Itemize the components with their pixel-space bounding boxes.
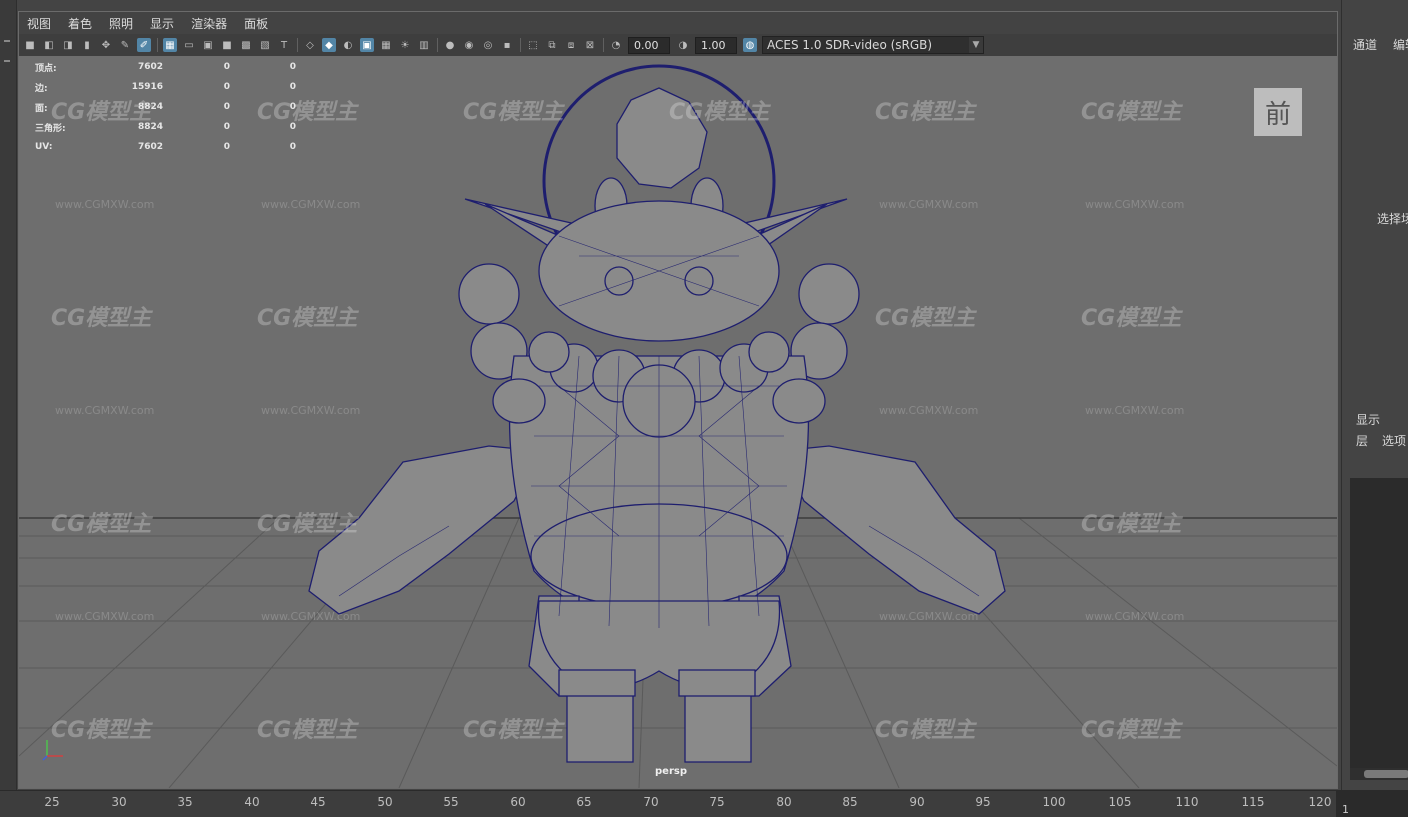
wireframe-icon[interactable]: ◇ (303, 38, 317, 52)
toolbar-divider (157, 38, 158, 52)
toolbar-divider (603, 38, 604, 52)
layer-list[interactable] (1350, 478, 1408, 768)
menu-shading[interactable]: 着色 (68, 15, 92, 32)
timeline-label: 40 (244, 795, 260, 809)
timeline-label: 45 (310, 795, 326, 809)
toolbar-divider (520, 38, 521, 52)
resolution-gate-icon[interactable]: ▣ (201, 38, 215, 52)
toolbox-handle[interactable] (4, 60, 10, 62)
view-transform-value: ACES 1.0 SDR-video (sRGB) (767, 38, 933, 52)
timeline-label: 50 (377, 795, 393, 809)
2d-pan-icon[interactable]: ✥ (99, 38, 113, 52)
film-gate-icon[interactable]: ▭ (182, 38, 196, 52)
ambient-occlusion-icon[interactable]: ● (443, 38, 457, 52)
toolbox-handle[interactable] (4, 40, 10, 42)
scene-canvas[interactable] (19, 56, 1337, 788)
xray-joints-icon[interactable]: ⧈ (564, 38, 578, 52)
timeline-label: 80 (776, 795, 792, 809)
timeline-label: 115 (1241, 795, 1265, 809)
antialiasing-icon[interactable]: ◎ (481, 38, 495, 52)
wireframe-on-shaded-icon[interactable]: ▣ (360, 38, 374, 52)
grid-icon[interactable]: ▦ (163, 38, 177, 52)
gate-mask-icon[interactable]: ■ (220, 38, 234, 52)
exposure-field[interactable]: 0.00 (628, 36, 670, 54)
camera-attributes-icon[interactable]: ◧ (42, 38, 56, 52)
panel-toolbar: ■ ◧ ◨ ▮ ✥ ✎ ✐ ▦ ▭ ▣ ■ ▩ ▧ T ◇ ◆ ◐ ▣ ▦ ☀ … (19, 34, 1337, 56)
view-transform-dropdown[interactable]: ACES 1.0 SDR-video (sRGB) ▼ (762, 36, 984, 54)
gamma-field[interactable]: 1.00 (695, 36, 737, 54)
timeline-label: 25 (44, 795, 60, 809)
menu-options[interactable]: 选项 (1382, 432, 1406, 449)
tab-display[interactable]: 显示 (1356, 411, 1380, 428)
image-plane-icon[interactable]: ▮ (80, 38, 94, 52)
safe-action-icon[interactable]: ▧ (258, 38, 272, 52)
textured-icon[interactable]: ▦ (379, 38, 393, 52)
menu-renderer[interactable]: 渲染器 (191, 15, 227, 32)
pencil-active-icon[interactable]: ✐ (137, 38, 151, 52)
default-material-icon[interactable]: ◐ (341, 38, 355, 52)
scrollbar-thumb[interactable] (1364, 770, 1408, 778)
timeline-label: 120 (1308, 795, 1332, 809)
character-mesh[interactable] (308, 64, 1006, 763)
camera-select-icon[interactable]: ■ (23, 38, 37, 52)
toolbar-divider (297, 38, 298, 52)
timeline-label: 110 (1175, 795, 1199, 809)
axis-indicator-icon (42, 740, 63, 761)
timeline-label: 75 (709, 795, 725, 809)
select-hint-text: 选择场 (1377, 212, 1408, 226)
left-toolbox-strip (0, 0, 17, 790)
timeline-label: 95 (975, 795, 991, 809)
toolbar-divider (437, 38, 438, 52)
chevron-down-icon: ▼ (969, 37, 983, 53)
gamma-icon[interactable]: ◑ (676, 38, 690, 52)
timeline-label: 65 (576, 795, 592, 809)
color-management-icon[interactable]: ◍ (743, 38, 757, 52)
camera-name-label: persp (655, 766, 687, 777)
current-frame-value: 1 (1342, 803, 1349, 816)
menu-layers[interactable]: 层 (1356, 432, 1368, 449)
bookmark-icon[interactable]: ◨ (61, 38, 75, 52)
menu-view[interactable]: 视图 (27, 15, 51, 32)
viewport-panel[interactable]: 视图 着色 照明 显示 渲染器 面板 ■ ◧ ◨ ▮ ✥ ✎ ✐ ▦ ▭ ▣ ■… (18, 11, 1338, 789)
timeline-label: 100 (1042, 795, 1066, 809)
timeline-label: 30 (111, 795, 127, 809)
timeline-label: 60 (510, 795, 526, 809)
shadows-icon[interactable]: ▥ (417, 38, 431, 52)
isolate-select-icon[interactable]: ⬚ (526, 38, 540, 52)
grease-pencil-icon[interactable]: ✎ (118, 38, 132, 52)
view-cube-front[interactable]: 前 (1254, 88, 1302, 136)
timeline-label: 105 (1108, 795, 1132, 809)
tab-edit[interactable]: 编辑 (1393, 36, 1408, 53)
channel-box-panel: 通道 编辑 选择场 显示 层 选项 (1341, 0, 1408, 790)
layer-list-scrollbar[interactable] (1350, 768, 1408, 780)
menu-show[interactable]: 显示 (150, 15, 174, 32)
xray-icon[interactable]: ⧉ (545, 38, 559, 52)
field-chart-icon[interactable]: ▩ (239, 38, 253, 52)
timeline-label: 35 (177, 795, 193, 809)
tab-channels[interactable]: 通道 (1353, 36, 1377, 53)
panel-menubar: 视图 着色 照明 显示 渲染器 面板 (19, 12, 1337, 34)
time-slider[interactable]: 25 30 35 40 45 50 55 60 65 70 75 80 85 9… (0, 790, 1408, 817)
smooth-shade-icon[interactable]: ◆ (322, 38, 336, 52)
motion-blur-icon[interactable]: ◉ (462, 38, 476, 52)
xray-active-icon[interactable]: ⊠ (583, 38, 597, 52)
safe-title-icon[interactable]: T (277, 38, 291, 52)
menu-lighting[interactable]: 照明 (109, 15, 133, 32)
exposure-icon[interactable]: ◔ (609, 38, 623, 52)
timeline-label: 70 (643, 795, 659, 809)
current-frame-box[interactable]: 1 (1336, 791, 1408, 817)
timeline-label: 90 (909, 795, 925, 809)
lights-icon[interactable]: ☀ (398, 38, 412, 52)
depth-of-field-icon[interactable]: ▪ (500, 38, 514, 52)
menu-panels[interactable]: 面板 (244, 15, 268, 32)
timeline-label: 85 (842, 795, 858, 809)
timeline-label: 55 (443, 795, 459, 809)
